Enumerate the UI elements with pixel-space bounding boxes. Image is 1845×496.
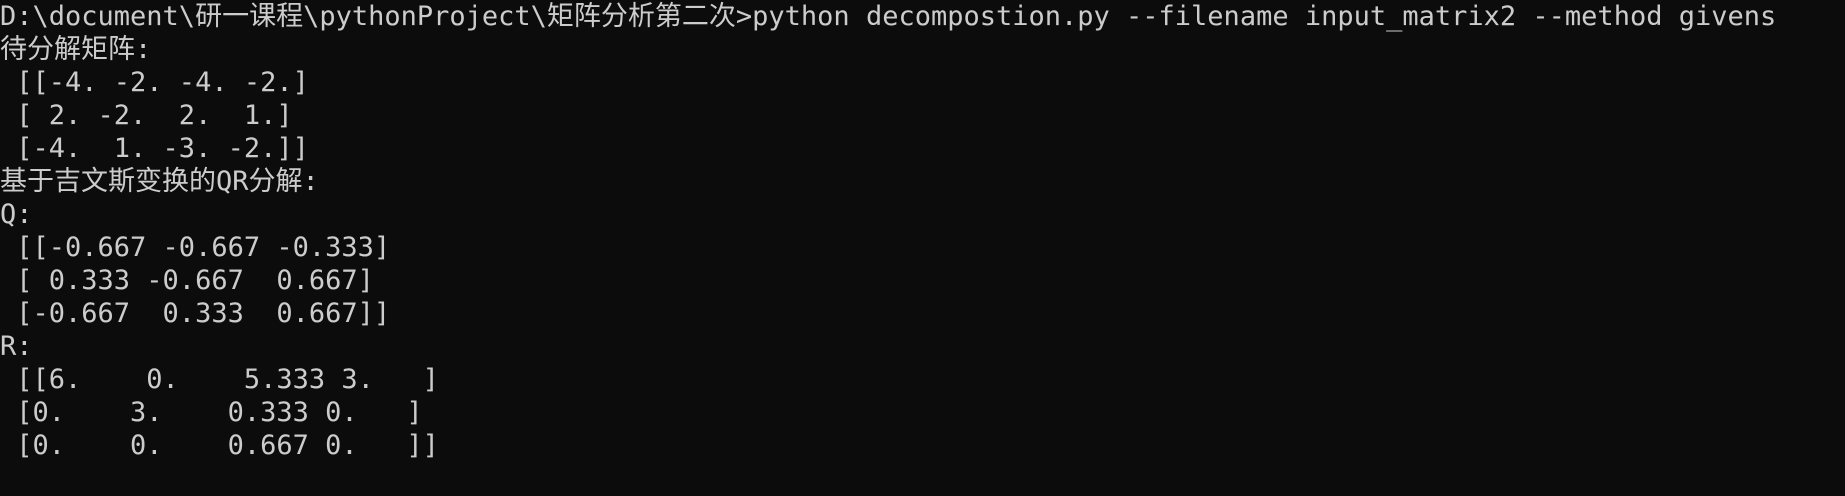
matrix-row: [[6. 0. 5.333 3. ] <box>0 364 439 395</box>
matrix-row: [-0.667 0.333 0.667]] <box>0 298 391 329</box>
output-heading-input-matrix: 待分解矩阵: <box>0 34 152 65</box>
matrix-row: [[-4. -2. -4. -2.] <box>0 67 309 98</box>
command-prompt-line: D:\document\研一课程\pythonProject\矩阵分析第二次>p… <box>0 0 1845 33</box>
matrix-row: [0. 0. 0.667 0. ]] <box>0 430 439 461</box>
matrix-row: [-4. 1. -3. -2.]] <box>0 133 309 164</box>
output-heading-qr: 基于吉文斯变换的QR分解: <box>0 166 319 197</box>
terminal-window[interactable]: D:\document\研一课程\pythonProject\矩阵分析第二次>p… <box>0 0 1845 496</box>
matrix-row: [[-0.667 -0.667 -0.333] <box>0 232 391 263</box>
prompt-path: D:\document\研一课程\pythonProject\矩阵分析第二次> <box>0 1 753 32</box>
matrix-row: [0. 3. 0.333 0. ] <box>0 397 423 428</box>
matrix-row: [ 2. -2. 2. 1.] <box>0 100 293 131</box>
command-text: python decompostion.py --filename input_… <box>752 1 1777 32</box>
q-label: Q: <box>0 199 33 230</box>
matrix-row: [ 0.333 -0.667 0.667] <box>0 265 374 296</box>
r-label: R: <box>0 331 33 362</box>
